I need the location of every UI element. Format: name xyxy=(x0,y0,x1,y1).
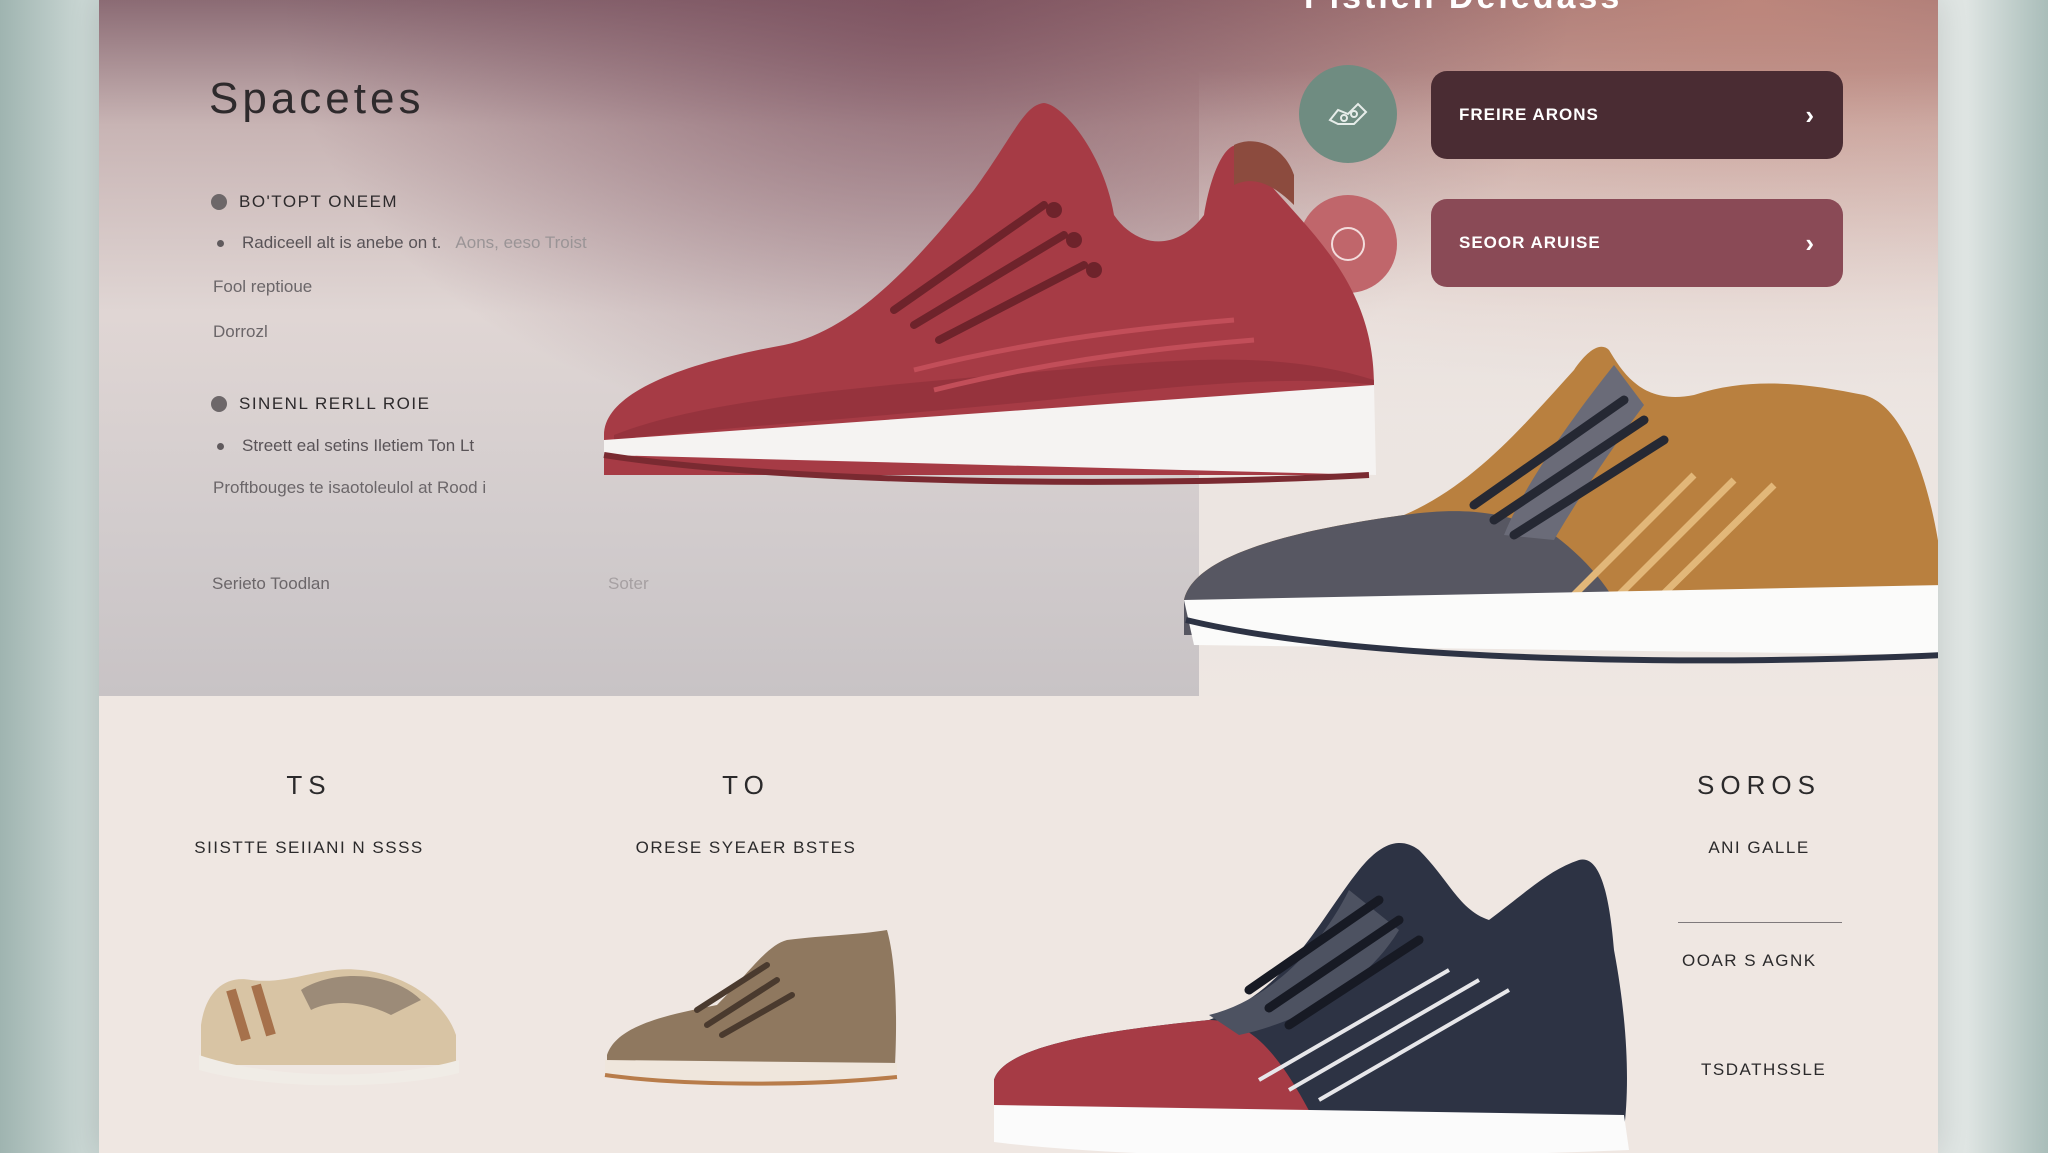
bullet-dot-icon xyxy=(217,442,224,450)
top-title: Pistien Deledass xyxy=(1304,0,1622,17)
section-1-line-2: Dorrozl xyxy=(213,322,268,341)
section-2-bullet-text: Streett eal setins Iletiem Ton Lt xyxy=(242,436,475,455)
page-canvas: Pistien Deledass Spacetes BO'TOPT ONEEM … xyxy=(99,0,1938,1153)
column-2-heading: TO xyxy=(722,770,770,800)
column-3-heading: SOROS xyxy=(1697,770,1821,800)
section-1-line-1: Fool reptioue xyxy=(213,277,313,296)
bullet-dot-icon xyxy=(211,396,227,412)
navy-tan-sneaker-image[interactable] xyxy=(1174,335,1938,670)
section-2-line-1: Proftbouges te isaotoleulol at Rood i xyxy=(213,478,487,497)
section-heading-1: BO'TOPT ONEEM xyxy=(211,192,398,212)
bullet-dot-icon xyxy=(211,194,227,210)
section-heading-1-label: BO'TOPT ONEEM xyxy=(239,192,399,211)
section-1-bullet-text: Radiceell alt is anebe on t. xyxy=(242,233,442,252)
section-heading-2-label: SINENL RERLL ROIE xyxy=(239,394,431,413)
column-1-heading: TS xyxy=(286,770,332,800)
column-1-subheading: SIISTTE SEIIANI N SSSS xyxy=(194,838,424,857)
chevron-right-icon: › xyxy=(1805,227,1815,258)
footer-left-link[interactable]: Serieto Toodlan xyxy=(212,574,330,594)
section-1-bullet: Radiceell alt is anebe on t. Aons, eeso … xyxy=(217,233,587,253)
action-button-2[interactable]: SEOOR ARUISE › xyxy=(1431,199,1843,287)
action-button-2-label: SEOOR ARUISE xyxy=(1459,233,1601,252)
brand-title: Spacetes xyxy=(209,74,425,123)
bullet-dot-icon xyxy=(217,239,224,247)
column-2-subheading: ORESE SYEAER BSTES xyxy=(635,838,857,857)
section-2-bullet: Streett eal setins Iletiem Ton Lt xyxy=(217,436,474,456)
beige-slipon-image[interactable] xyxy=(191,945,471,1095)
footer-right-link[interactable]: Soter xyxy=(608,574,649,594)
section-heading-2: SINENL RERLL ROIE xyxy=(211,394,430,414)
navy-red-hightop-image[interactable] xyxy=(989,830,1729,1153)
section-1-bullet-faint: Aons, eeso Troist xyxy=(455,233,587,252)
taupe-boot-image[interactable] xyxy=(597,925,907,1100)
action-button-1[interactable]: FREIRE ARONS › xyxy=(1431,71,1843,159)
chevron-right-icon: › xyxy=(1805,99,1815,130)
action-button-1-label: FREIRE ARONS xyxy=(1459,105,1599,124)
